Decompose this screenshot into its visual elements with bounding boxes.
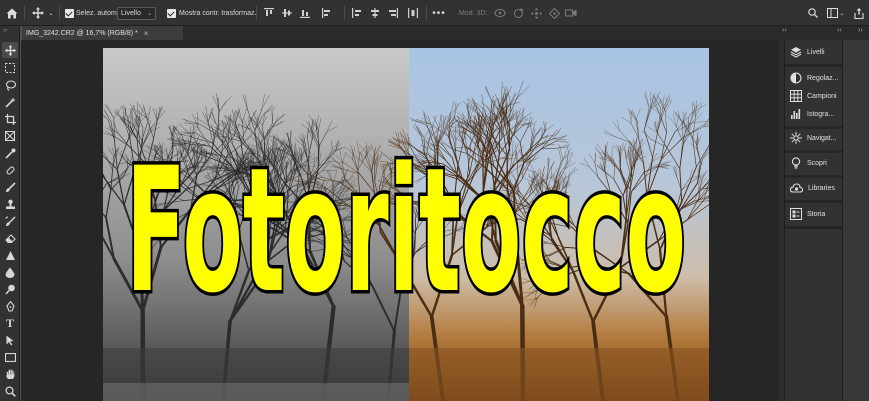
roll-3d-icon[interactable] — [511, 0, 525, 26]
show-transform-checkbox[interactable] — [166, 0, 176, 26]
panel-item-history[interactable]: Storia — [785, 204, 843, 224]
orbit-3d-icon[interactable] — [493, 0, 507, 26]
distribute-horizontal-icon[interactable] — [406, 0, 420, 26]
move-tool-icon[interactable] — [2, 42, 18, 58]
panel-item-label: Scopri — [807, 159, 827, 167]
history-icon — [790, 208, 802, 220]
align-vertical-center-icon[interactable] — [280, 0, 294, 26]
headline-graphic: Fotoritocco — [123, 130, 690, 330]
gradient-tool-icon[interactable] — [2, 247, 18, 263]
panel-item-discover[interactable]: Scopri — [785, 153, 843, 173]
crop-tool-icon[interactable] — [2, 111, 18, 127]
pan-3d-icon[interactable] — [529, 0, 543, 26]
workspace-chevron-icon[interactable]: ⌄ — [838, 0, 846, 26]
show-transform-label: Mostra contr. trasformaz. — [179, 9, 257, 17]
collapse-panels-right-icon[interactable]: ›› — [858, 27, 863, 34]
zoom-tool-icon[interactable] — [2, 383, 18, 399]
more-options-icon[interactable]: ••• — [432, 0, 446, 26]
type-tool-icon[interactable]: T — [2, 315, 18, 331]
document-tab-title: IMG_3242.CR2 @ 16,7% (RGB/8) * — [26, 29, 138, 37]
layers-icon — [790, 47, 802, 58]
path-selection-tool-icon[interactable] — [2, 332, 18, 348]
navigator-icon — [790, 132, 802, 144]
frame-tool-icon[interactable] — [2, 128, 18, 144]
document-canvas[interactable]: Fotoritocco — [103, 48, 709, 401]
options-bar: ⌄ Selez. autom. Livello ⌄ Mostra contr. … — [0, 0, 869, 26]
panel-item-label: Campioni — [807, 92, 837, 100]
panel-item-layers[interactable]: Livelli — [785, 42, 843, 62]
libraries-icon — [790, 183, 803, 193]
panel-item-navigator[interactable]: Navigat... — [785, 128, 843, 148]
move-tool-icon[interactable] — [30, 0, 46, 26]
toolbar-collapse-icon[interactable]: ›› — [3, 28, 7, 34]
lasso-tool-icon[interactable] — [2, 77, 18, 93]
clone-stamp-tool-icon[interactable] — [2, 196, 18, 212]
distribute-bottom-icon[interactable] — [386, 0, 400, 26]
headline-text: Fotoritocco — [126, 130, 686, 330]
panel-item-libraries[interactable]: Libraries — [785, 178, 843, 198]
panel-item-label: Libraries — [808, 184, 835, 192]
document-tab-bar: IMG_3242.CR2 @ 16,7% (RGB/8) * × — [22, 26, 778, 40]
eyedropper-tool-icon[interactable] — [2, 145, 18, 161]
dodge-tool-icon[interactable] — [2, 281, 18, 297]
chevron-down-icon: ⌄ — [146, 11, 152, 17]
marquee-tool-icon[interactable] — [2, 60, 18, 76]
panel-item-adjustments[interactable]: Regolaz... — [785, 68, 843, 88]
document-tab[interactable]: IMG_3242.CR2 @ 16,7% (RGB/8) * × — [22, 26, 183, 40]
collapsed-panels-dock: Livelli Regolaz... Campioni Istogra... N… — [784, 40, 843, 401]
histogram-icon — [791, 109, 801, 119]
panel-item-label: Navigat... — [807, 134, 837, 142]
panel-item-swatches[interactable]: Campioni — [785, 86, 843, 106]
mode-3d-label: Mod. 3D: — [459, 9, 488, 17]
eraser-tool-icon[interactable] — [2, 230, 18, 246]
distribute-center-icon[interactable] — [368, 0, 382, 26]
auto-select-target-dropdown[interactable]: Livello ⌄ — [117, 7, 156, 20]
scale-3d-icon[interactable] — [564, 0, 578, 26]
expanded-panel-area — [842, 40, 869, 401]
tools-panel: ›› T — [0, 26, 20, 401]
slide-3d-icon[interactable] — [547, 0, 561, 26]
panel-item-label: Storia — [807, 210, 826, 218]
workspace-layout-icon[interactable] — [825, 0, 839, 26]
hand-tool-icon[interactable] — [2, 366, 18, 382]
brush-tool-icon[interactable] — [2, 179, 18, 195]
panel-item-label: Istogra... — [807, 110, 835, 118]
tool-preset-chevron-icon[interactable]: ⌄ — [47, 0, 55, 26]
close-icon[interactable]: × — [144, 29, 149, 38]
panel-item-label: Livelli — [807, 48, 825, 56]
align-bottom-icon[interactable] — [298, 0, 312, 26]
expand-panels-icon[interactable]: ‹‹ — [837, 27, 842, 34]
collapse-panels-left-icon[interactable]: ›› — [782, 27, 787, 34]
panel-header-strip: ›› ‹‹ ›› — [778, 26, 869, 40]
blur-tool-icon[interactable] — [2, 264, 18, 280]
discover-icon — [791, 157, 801, 169]
canvas-workspace[interactable]: Fotoritocco — [21, 40, 778, 401]
panel-item-label: Regolaz... — [807, 74, 839, 82]
distribute-top-icon[interactable] — [350, 0, 364, 26]
adjustments-icon — [790, 72, 802, 84]
healing-brush-tool-icon[interactable] — [2, 162, 18, 178]
panel-item-histogram[interactable]: Istogra... — [785, 104, 843, 124]
rectangle-tool-icon[interactable] — [2, 349, 18, 365]
history-brush-tool-icon[interactable] — [2, 213, 18, 229]
quick-selection-tool-icon[interactable] — [2, 94, 18, 110]
auto-select-target-value: Livello — [121, 10, 141, 17]
auto-select-label: Selez. autom. — [76, 9, 119, 17]
pen-tool-icon[interactable] — [2, 298, 18, 314]
share-icon[interactable] — [852, 0, 866, 26]
home-icon[interactable] — [4, 0, 20, 26]
align-top-icon[interactable] — [262, 0, 276, 26]
search-icon[interactable] — [806, 0, 820, 26]
auto-select-checkbox[interactable] — [64, 0, 74, 26]
swatches-icon — [790, 90, 802, 102]
align-left-icon[interactable] — [320, 0, 334, 26]
